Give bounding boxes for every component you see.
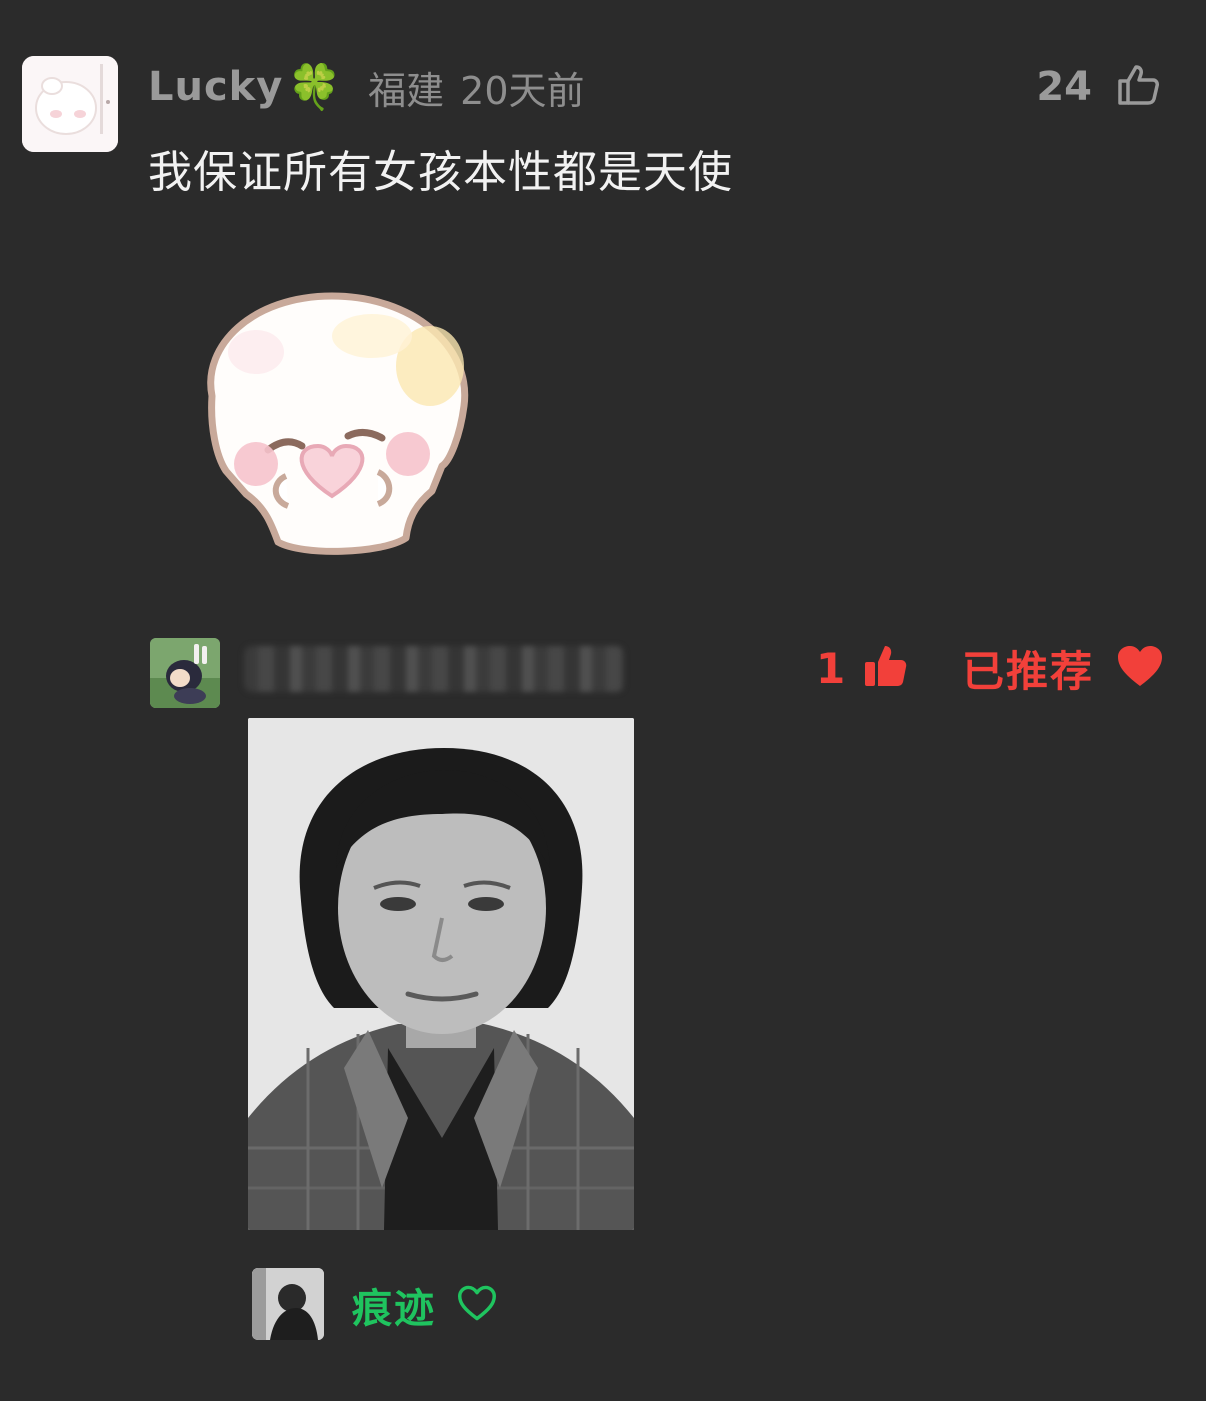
clover-icon: 🍀 [287, 62, 343, 113]
comment-thread: Lucky 🍀 福建 20天前 24 我保证所有女孩本性都是天使 1 已推荐 痕… [0, 0, 1206, 1401]
username[interactable]: Lucky [148, 64, 283, 110]
recommended-button[interactable]: 已推荐 [962, 638, 1164, 698]
thumbs-up-filled-icon [861, 642, 909, 694]
bunny-heart-sticker[interactable] [192, 286, 482, 566]
reply-like-count: 1 [816, 643, 846, 693]
liker-row: 痕迹 [352, 1274, 498, 1336]
heart-outline-icon [456, 1284, 498, 1326]
comment-time: 20天前 [460, 68, 585, 113]
heart-filled-icon [1116, 644, 1164, 692]
comment-text: 我保证所有女孩本性都是天使 [148, 147, 733, 198]
liker-avatar[interactable] [252, 1268, 324, 1340]
thumbs-up-icon [1114, 61, 1162, 113]
comment-header: Lucky 🍀 福建 20天前 [148, 58, 585, 116]
reply-like-button[interactable]: 1 [816, 638, 909, 698]
reply-username-blurred [244, 646, 624, 692]
reply-avatar[interactable] [150, 638, 220, 708]
like-count: 24 [1036, 64, 1092, 110]
recommended-label: 已推荐 [962, 646, 1095, 696]
comment-location: 福建 [368, 68, 445, 113]
user-avatar[interactable] [22, 56, 118, 152]
liker-name[interactable]: 痕迹 [352, 1276, 436, 1334]
portrait-photo[interactable] [248, 718, 634, 1230]
like-button[interactable]: 24 [1036, 58, 1162, 116]
